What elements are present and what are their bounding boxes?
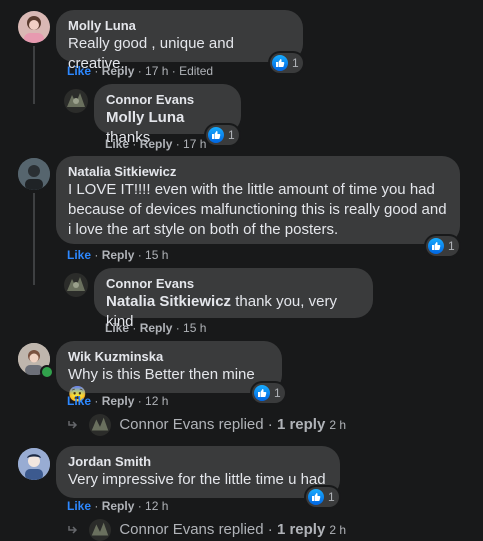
comment-body: Why is this Better then mine [68, 366, 255, 383]
avatar[interactable] [18, 158, 50, 190]
reply-link[interactable]: Reply [102, 394, 135, 408]
like-link[interactable]: Like [105, 137, 129, 151]
like-link[interactable]: Like [67, 394, 91, 408]
replies-count: 1 reply [276, 520, 326, 538]
timestamp[interactable]: 12 h [145, 394, 168, 408]
timestamp[interactable]: 15 h [145, 248, 168, 262]
replies-time: 2 h [329, 522, 347, 537]
reaction-number: 1 [448, 239, 455, 253]
thread-line [33, 46, 35, 104]
reply-link[interactable]: Reply [102, 499, 135, 513]
comment-bubble: Wik Kuzminska Why is this Better then mi… [56, 341, 282, 403]
reaction-count[interactable]: 1 [270, 53, 303, 73]
thumbs-up-icon [308, 489, 324, 505]
like-link[interactable]: Like [105, 321, 129, 335]
comment-bubble: Natalia Sitkiewicz I LOVE IT!!!! even wi… [56, 156, 460, 244]
reaction-number: 1 [228, 128, 235, 142]
comment-bubble: Molly Luna Really good , unique and crea… [56, 10, 303, 72]
reaction-count[interactable]: 1 [252, 383, 285, 403]
mention-link[interactable]: Natalia Sitkiewicz [106, 293, 231, 310]
comment-author[interactable]: Natalia Sitkiewicz [68, 164, 448, 180]
replies-time: 2 h [329, 417, 347, 432]
avatar [89, 414, 112, 436]
comment-bubble: Jordan Smith Very impressive for the lit… [56, 446, 340, 498]
timestamp[interactable]: 12 h [145, 499, 168, 513]
thread-line [33, 193, 35, 285]
online-status-dot [40, 365, 54, 379]
timestamp[interactable]: 17 h [145, 64, 168, 78]
reply-link[interactable]: Reply [102, 64, 135, 78]
replies-author: Connor Evans replied [119, 520, 264, 538]
replies-author: Connor Evans replied [119, 415, 264, 433]
avatar[interactable] [18, 11, 50, 43]
edited-label: Edited [179, 64, 214, 78]
reply-link[interactable]: Reply [140, 137, 173, 151]
reaction-count[interactable]: 1 [426, 236, 459, 256]
reaction-number: 1 [274, 386, 281, 400]
thumbs-up-icon [272, 55, 288, 71]
reaction-number: 1 [292, 56, 299, 70]
comment-bubble: Connor Evans Natalia Sitkiewicz thank yo… [94, 268, 373, 330]
comment-author[interactable]: Connor Evans [106, 92, 229, 108]
comment-actions: Like · Reply · 15 h [67, 248, 169, 262]
comment-actions: Like · Reply · 15 h [105, 321, 207, 335]
reaction-count[interactable]: 1 [306, 487, 339, 507]
view-replies-link[interactable]: Connor Evans replied · 1 reply 2 h [67, 414, 346, 436]
comment-text-line: I LOVE IT!!!! even with the little amoun… [68, 181, 435, 198]
avatar [89, 519, 112, 541]
reply-link[interactable]: Reply [140, 321, 173, 335]
comment-author[interactable]: Molly Luna [68, 18, 291, 34]
thumbs-up-icon [428, 238, 444, 254]
view-replies-link[interactable]: Connor Evans replied · 1 reply 2 h [67, 519, 346, 541]
comment-actions: Like · Reply · 17 h [105, 137, 207, 151]
timestamp[interactable]: 17 h [183, 137, 206, 151]
comment-actions: Like · Reply · 12 h [67, 499, 169, 513]
reaction-count[interactable]: 1 [206, 125, 239, 145]
comment-author[interactable]: Connor Evans [106, 276, 361, 292]
comment-author[interactable]: Wik Kuzminska [68, 349, 270, 365]
reaction-number: 1 [328, 490, 335, 504]
comment-author[interactable]: Jordan Smith [68, 454, 328, 470]
comment-actions: Like · Reply · 17 h · Edited [67, 64, 214, 78]
avatar[interactable] [18, 448, 50, 480]
comment-text-line: because of devices malfunctioning this i… [68, 201, 447, 218]
reply-arrow-icon [68, 421, 78, 429]
like-link[interactable]: Like [67, 64, 91, 78]
like-link[interactable]: Like [67, 499, 91, 513]
comment-actions: Like · Reply · 12 h [67, 394, 169, 408]
mention-link[interactable]: Molly Luna [106, 109, 184, 126]
avatar[interactable] [64, 273, 88, 297]
timestamp[interactable]: 15 h [183, 321, 206, 335]
thumbs-up-icon [208, 127, 224, 143]
reply-link[interactable]: Reply [102, 248, 135, 262]
like-link[interactable]: Like [67, 248, 91, 262]
avatar[interactable] [64, 89, 88, 113]
replies-count: 1 reply [276, 415, 326, 433]
avatar[interactable] [18, 343, 54, 379]
comment-text-line: i love the art style on both of the post… [68, 221, 339, 238]
reply-arrow-icon [68, 526, 78, 534]
thumbs-up-icon [254, 385, 270, 401]
comment-text: Very impressive for the little time u ha… [68, 471, 326, 488]
